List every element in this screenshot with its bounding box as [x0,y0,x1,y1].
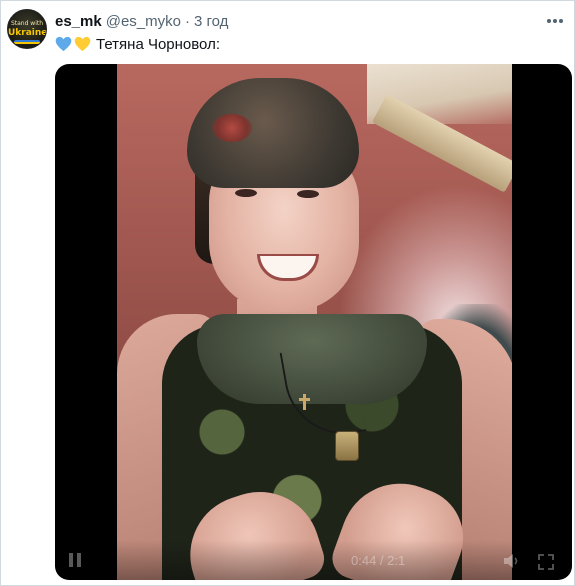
ukraine-flag-icon [14,40,40,44]
left-eye [235,189,257,197]
tweet-header: es_mk @es_myko · 3 год [55,11,228,31]
more-options-icon[interactable] [544,11,566,31]
video-player[interactable]: 0:44 / 2:1 [55,64,572,580]
yellow-heart-icon [74,36,91,52]
avatar-text-main: Ukraine [8,28,47,38]
right-eye [297,190,319,198]
display-name[interactable]: es_mk [55,13,102,30]
medallion-pendant [335,431,359,461]
user-handle[interactable]: @es_myko [106,13,181,30]
cross-pendant-icon [299,394,310,410]
fullscreen-icon[interactable] [538,554,554,570]
tweet-body-text: Тетяна Чорновол: [96,35,220,53]
tweet-time[interactable]: 3 год [194,13,228,30]
video-timecode: 0:44 / 2:1 [351,553,406,568]
separator-dot: · [184,12,190,30]
avatar-text-top: Stand with [10,20,44,27]
scarf-patch [212,114,252,142]
video-frame[interactable] [117,64,512,580]
blue-heart-icon [55,36,72,52]
video-controls: 0:44 / 2:1 [55,540,572,580]
tweet-text: Тетяна Чорновол: [55,34,220,54]
pause-icon[interactable] [67,552,83,568]
volume-icon[interactable] [502,552,520,570]
avatar[interactable]: Stand with Ukraine [7,9,47,49]
